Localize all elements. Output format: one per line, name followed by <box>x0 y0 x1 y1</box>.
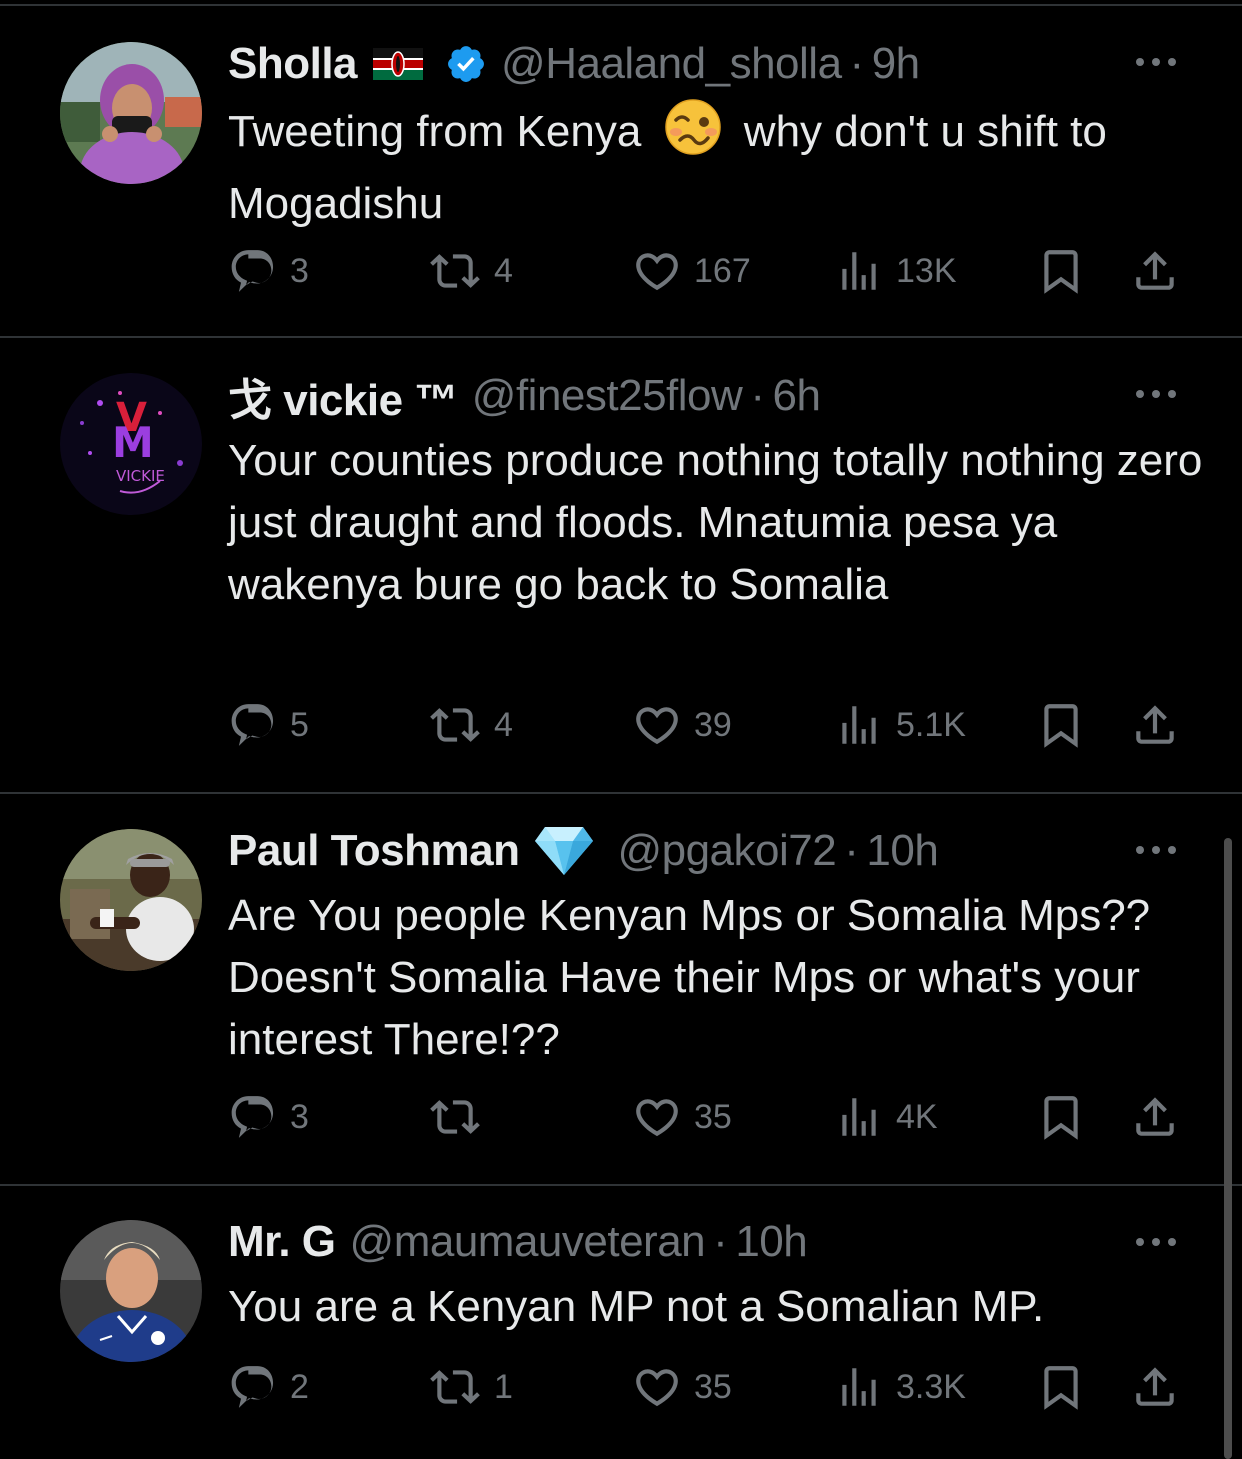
retweet-button[interactable]: 4 <box>428 246 513 296</box>
display-name[interactable]: 戈 vickie ™ <box>228 364 458 428</box>
views-count: 4K <box>896 1097 938 1136</box>
views-icon <box>842 706 876 744</box>
reply-button[interactable]: 3 <box>228 1092 309 1142</box>
share-icon[interactable] <box>1130 246 1180 296</box>
timestamp[interactable]: 6h <box>772 371 820 421</box>
user-handle[interactable]: @maumauveteran <box>350 1217 706 1267</box>
retweet-icon <box>430 1100 480 1134</box>
retweet-button[interactable]: 1 <box>428 1362 513 1412</box>
share-icon[interactable] <box>1130 700 1180 750</box>
heart-icon <box>636 1369 678 1407</box>
reply-count: 2 <box>290 1367 309 1406</box>
retweet-count: 4 <box>494 705 513 744</box>
reply-count: 3 <box>290 1097 309 1136</box>
timestamp[interactable]: 9h <box>872 39 920 89</box>
separator: · <box>713 1217 728 1266</box>
timestamp[interactable]: 10h <box>866 826 938 876</box>
scrollbar[interactable] <box>1224 838 1232 1459</box>
tweet[interactable]: V M VICKIE 戈 vickie ™ @finest25flow · 6h… <box>0 338 1242 792</box>
avatar[interactable] <box>60 829 202 971</box>
like-count: 35 <box>694 1367 732 1406</box>
reply-count: 3 <box>290 251 309 290</box>
timestamp[interactable]: 10h <box>735 1217 807 1267</box>
more-options-icon[interactable] <box>1132 384 1180 404</box>
tweet[interactable]: Mr. G @maumauveteran · 10h You are a Ken… <box>0 1186 1242 1459</box>
user-handle[interactable]: @finest25flow <box>472 371 743 421</box>
bookmark-icon[interactable] <box>1036 1092 1086 1142</box>
views-count: 13K <box>896 251 957 290</box>
reply-button[interactable]: 2 <box>228 1362 309 1412</box>
views-icon <box>842 1098 876 1136</box>
separator: · <box>849 39 865 88</box>
kenya-flag-icon <box>373 48 424 80</box>
more-options-icon[interactable] <box>1132 1232 1180 1252</box>
user-handle[interactable]: @pgakoi72 <box>617 826 836 876</box>
views-icon <box>842 252 876 290</box>
avatar[interactable]: V M VICKIE <box>60 373 202 515</box>
more-options-icon[interactable] <box>1132 840 1180 860</box>
tweet-text-part: Tweeting from Kenya <box>228 107 642 156</box>
heart-icon <box>636 253 678 291</box>
like-count: 167 <box>694 251 751 290</box>
like-button[interactable]: 167 <box>632 246 751 296</box>
reply-button[interactable]: 5 <box>228 700 309 750</box>
like-button[interactable]: 35 <box>632 1362 732 1412</box>
like-count: 39 <box>694 705 732 744</box>
views-button[interactable]: 3.3K <box>834 1362 966 1412</box>
tweet-header: 戈 vickie ™ @finest25flow · 6h <box>228 364 821 428</box>
user-handle[interactable]: @Haaland_sholla <box>501 39 842 89</box>
more-options-icon[interactable] <box>1132 52 1180 72</box>
retweet-icon <box>430 1370 480 1404</box>
bookmark-icon[interactable] <box>1036 700 1086 750</box>
reply-icon <box>231 704 274 746</box>
avatar[interactable] <box>60 42 202 184</box>
verified-badge-icon[interactable] <box>445 43 487 85</box>
heart-icon <box>636 707 678 745</box>
tweet-text: Are You people Kenyan Mps or Somalia Mps… <box>228 891 1151 1064</box>
tweet-text: You are a Kenyan MP not a Somalian MP. <box>228 1282 1045 1331</box>
reply-button[interactable]: 3 <box>228 246 309 296</box>
views-button[interactable]: 5.1K <box>834 700 966 750</box>
tweet[interactable]: Sholla @Haaland_sholla · 9h Tweeting fro… <box>0 0 1242 338</box>
like-button[interactable]: 35 <box>632 1092 732 1142</box>
reply-count: 5 <box>290 705 309 744</box>
tweet-text: Tweeting from Kenya why don't u shift to… <box>228 98 1208 235</box>
tweet-header: Sholla @Haaland_sholla · 9h <box>228 34 920 94</box>
reply-icon <box>231 250 274 292</box>
share-icon[interactable] <box>1130 1092 1180 1142</box>
separator: · <box>750 371 765 420</box>
retweet-button[interactable] <box>428 1092 494 1142</box>
tweet-text: Your counties produce nothing totally no… <box>228 436 1203 609</box>
retweet-icon <box>430 254 480 288</box>
display-name[interactable]: Paul Toshman <box>228 826 520 876</box>
views-button[interactable]: 13K <box>834 246 957 296</box>
tweet-header: Mr. G @maumauveteran · 10h <box>228 1212 808 1272</box>
like-count: 35 <box>694 1097 732 1136</box>
diamond-icon <box>533 825 595 877</box>
views-icon <box>842 1368 876 1406</box>
like-button[interactable]: 39 <box>632 700 732 750</box>
retweet-button[interactable]: 4 <box>428 700 513 750</box>
woozy-face-emoji-icon <box>664 98 722 173</box>
avatar[interactable] <box>60 1220 202 1362</box>
retweet-icon <box>430 708 480 742</box>
views-count: 3.3K <box>896 1367 966 1406</box>
display-name[interactable]: Sholla <box>228 39 358 89</box>
display-name[interactable]: Mr. G <box>228 1217 336 1267</box>
share-icon[interactable] <box>1130 1362 1180 1412</box>
tweet[interactable]: Paul Toshman @pgakoi72 · 10h Are You peo… <box>0 794 1242 1184</box>
heart-icon <box>636 1099 678 1137</box>
reply-icon <box>231 1096 274 1138</box>
tweet-header: Paul Toshman @pgakoi72 · 10h <box>228 821 939 881</box>
views-button[interactable]: 4K <box>834 1092 938 1142</box>
retweet-count: 1 <box>494 1367 513 1406</box>
reply-icon <box>231 1366 274 1408</box>
bookmark-icon[interactable] <box>1036 1362 1086 1412</box>
views-count: 5.1K <box>896 705 966 744</box>
separator: · <box>844 826 859 875</box>
retweet-count: 4 <box>494 251 513 290</box>
bookmark-icon[interactable] <box>1036 246 1086 296</box>
svg-text:M: M <box>112 418 154 467</box>
